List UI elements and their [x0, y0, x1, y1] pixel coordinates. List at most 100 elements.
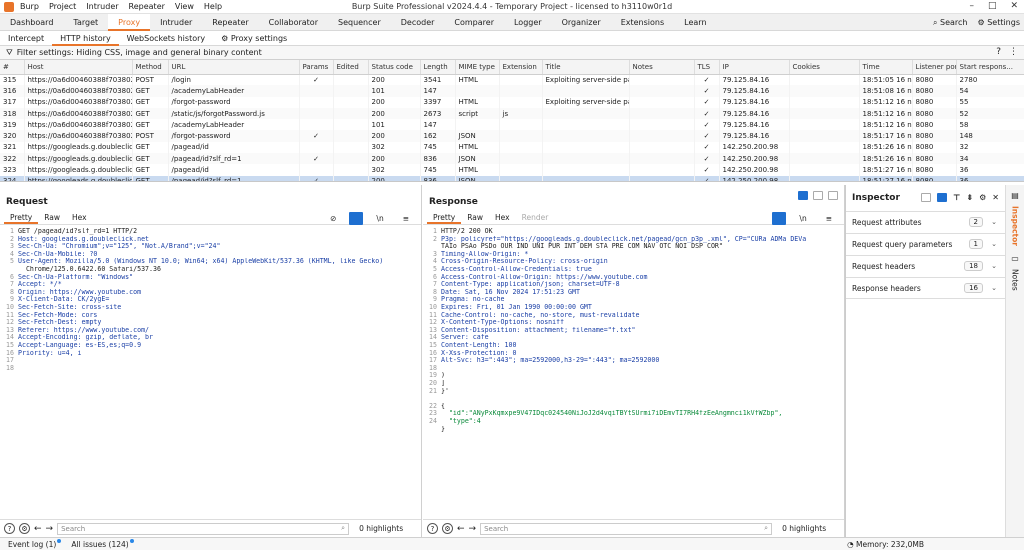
options-icon[interactable]: ⋮	[1009, 47, 1018, 57]
help-icon[interactable]: ?	[996, 47, 1001, 57]
column-header[interactable]: Params	[299, 60, 334, 75]
column-header[interactable]: Status code	[368, 60, 421, 75]
inspector-layout-active-icon[interactable]	[937, 193, 948, 202]
table-row[interactable]: 316https://0a6d00460388f703802f4...GET/a…	[0, 85, 1024, 97]
forward-arrow-icon[interactable]: →	[46, 524, 54, 534]
response-tab-render[interactable]: Render	[516, 211, 555, 224]
column-header[interactable]: TLS	[694, 60, 720, 75]
tab-proxy-settings[interactable]: ⚙ Proxy settings	[213, 31, 295, 46]
layout-single-icon[interactable]	[828, 191, 838, 200]
response-search-input[interactable]: Search ⌕	[480, 522, 773, 535]
response-tab-hex[interactable]: Hex	[489, 211, 516, 224]
table-row[interactable]: 317https://0a6d00460388f703802f4...GET/f…	[0, 96, 1024, 108]
inspector-response-headers[interactable]: Response headers 16 ⌄	[846, 277, 1005, 299]
menu-repeater[interactable]: Repeater	[129, 2, 165, 11]
back-arrow-icon[interactable]: ←	[34, 524, 42, 534]
collapse-icon[interactable]: ⇟	[966, 193, 973, 202]
table-row[interactable]: 323https://googleads.g.doubleclick...GET…	[0, 164, 1024, 176]
align-icon[interactable]: ⊤	[953, 193, 960, 202]
tab-http-history[interactable]: HTTP history	[52, 31, 119, 46]
column-header[interactable]: Listener port	[912, 60, 957, 75]
request-tab-raw[interactable]: Raw	[38, 211, 66, 224]
table-row[interactable]: 319https://0a6d00460388f703802f4...GET/a…	[0, 119, 1024, 131]
back-arrow-icon[interactable]: ←	[457, 524, 465, 534]
menu-view[interactable]: View	[175, 2, 194, 11]
column-header[interactable]: Notes	[629, 60, 695, 75]
column-header[interactable]: Extension	[499, 60, 543, 75]
column-header[interactable]: MIME type	[455, 60, 500, 75]
maximize-icon[interactable]: □	[988, 1, 997, 11]
column-header[interactable]: Length	[420, 60, 456, 75]
column-header[interactable]: Title	[542, 60, 630, 75]
inspector-request-attributes[interactable]: Request attributes 2 ⌄	[846, 211, 1005, 233]
close-icon[interactable]: ✕	[1010, 1, 1018, 11]
column-header[interactable]: URL	[168, 60, 300, 75]
tab-websockets-history[interactable]: WebSockets history	[119, 31, 213, 46]
newline-icon[interactable]: \n	[793, 212, 812, 225]
settings-icon[interactable]: ⚙	[19, 523, 30, 534]
side-tab-inspector[interactable]: Inspector	[1011, 206, 1020, 246]
side-tab-notes[interactable]: Notes	[1011, 269, 1020, 291]
inspector-request-headers[interactable]: Request headers 18 ⌄	[846, 255, 1005, 277]
pretty-toggle-icon[interactable]	[349, 212, 364, 225]
layout-horizontal-icon[interactable]	[813, 191, 823, 200]
request-tab-hex[interactable]: Hex	[66, 211, 93, 224]
newline-icon[interactable]: \n	[370, 212, 389, 225]
response-tab-pretty[interactable]: Pretty	[427, 211, 462, 224]
column-header[interactable]: Host	[24, 60, 133, 75]
menu-icon[interactable]: ≡	[397, 212, 415, 225]
table-row[interactable]: 320https://0a6d00460388f703802f4...POST/…	[0, 130, 1024, 142]
column-header[interactable]: Cookies	[789, 60, 860, 75]
tab-learn[interactable]: Learn	[674, 14, 716, 31]
tab-extensions[interactable]: Extensions	[611, 14, 674, 31]
http-history-table[interactable]: # Host Method URL Params Edited Status code Len…	[0, 60, 1024, 182]
close-icon[interactable]: ✕	[992, 193, 999, 202]
tab-sequencer[interactable]: Sequencer	[328, 14, 391, 31]
tab-intruder[interactable]: Intruder	[150, 14, 202, 31]
tab-logger[interactable]: Logger	[504, 14, 552, 31]
table-row[interactable]: 324https://googleads.g.doubleclick...GET…	[0, 175, 1024, 181]
response-editor[interactable]: 1 HTTP/2 200 OK 2 P3p: policyref="https://g…	[423, 225, 844, 515]
column-header[interactable]: IP	[719, 60, 790, 75]
forward-arrow-icon[interactable]: →	[469, 524, 477, 534]
table-row[interactable]: 315https://0a6d00460388f703802f4...POST/…	[0, 74, 1024, 86]
column-header[interactable]: #	[0, 60, 25, 75]
menu-help[interactable]: Help	[204, 2, 222, 11]
request-editor[interactable]: 1 GET /pagead/id?slf_rd=1 HTTP/2 2 Host: go…	[0, 225, 421, 515]
request-search-input[interactable]: Search ⌕	[57, 522, 350, 535]
menu-icon[interactable]: ≡	[820, 212, 838, 225]
settings-icon[interactable]: ⚙	[442, 523, 453, 534]
gear-icon[interactable]: ⚙	[979, 193, 986, 202]
hide-icon[interactable]: ⊘	[324, 212, 342, 225]
global-search-button[interactable]: ⌕ Search	[933, 18, 968, 28]
tab-decoder[interactable]: Decoder	[391, 14, 445, 31]
tab-repeater[interactable]: Repeater	[202, 14, 258, 31]
help-icon[interactable]: ?	[4, 523, 15, 534]
tab-collaborator[interactable]: Collaborator	[259, 14, 328, 31]
menu-burp[interactable]: Burp	[20, 2, 39, 11]
inspector-layout-icon[interactable]	[921, 193, 932, 202]
filter-bar[interactable]: ⛛ Filter settings: Hiding CSS, image and…	[0, 46, 1024, 60]
tab-organizer[interactable]: Organizer	[552, 14, 611, 31]
minimize-icon[interactable]: –	[969, 1, 974, 11]
layout-toggle[interactable]	[793, 191, 838, 200]
layout-split-icon[interactable]	[798, 191, 808, 200]
table-row[interactable]: 322https://googleads.g.doubleclick...GET…	[0, 153, 1024, 165]
tab-target[interactable]: Target	[63, 14, 108, 31]
tab-intercept[interactable]: Intercept	[0, 31, 52, 46]
event-log-link[interactable]: Event log (1)	[8, 540, 56, 549]
column-header[interactable]: Edited	[333, 60, 369, 75]
tab-comparer[interactable]: Comparer	[444, 14, 504, 31]
tab-proxy[interactable]: Proxy	[108, 13, 151, 31]
table-row[interactable]: 318https://0a6d00460388f703802f4...GET/s…	[0, 107, 1024, 120]
all-issues-link[interactable]: All issues (124)	[71, 540, 128, 549]
help-icon[interactable]: ?	[427, 523, 438, 534]
column-header[interactable]: Start respons...	[956, 60, 1024, 75]
column-header[interactable]: Method	[132, 60, 169, 75]
inspector-request-query-parameters[interactable]: Request query parameters 1 ⌄	[846, 233, 1005, 255]
menu-project[interactable]: Project	[49, 2, 76, 11]
settings-button[interactable]: ⚙ Settings	[977, 18, 1020, 27]
response-tab-raw[interactable]: Raw	[461, 211, 489, 224]
menu-intruder[interactable]: Intruder	[86, 2, 118, 11]
request-tab-pretty[interactable]: Pretty	[4, 211, 39, 224]
